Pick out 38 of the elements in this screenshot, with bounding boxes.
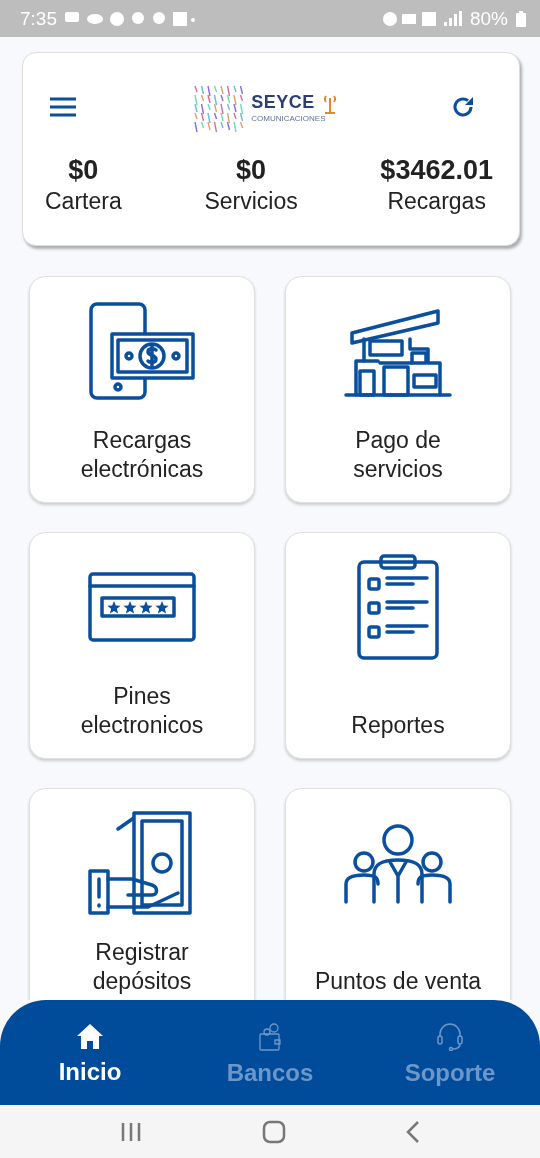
people-group-icon [344, 822, 452, 904]
logo-tagline: COMUNICACIONES [251, 113, 326, 123]
pin-card-icon [88, 572, 196, 642]
logo-name: SEYCE [251, 92, 315, 113]
menu-icon[interactable] [49, 97, 77, 117]
tile-label: Recargas electrónicas [79, 426, 205, 484]
home-icon [76, 1023, 104, 1050]
menu-tile[interactable]: Puntos de venta [285, 788, 511, 1000]
back-icon[interactable] [406, 1120, 420, 1143]
tile-label: Puntos de venta [313, 967, 483, 996]
menu-tile[interactable]: Pago de servicios [285, 276, 511, 503]
signal-icon [443, 10, 462, 26]
tile-label: Registrar depósitos [91, 938, 193, 996]
recent-apps-icon[interactable] [120, 1121, 142, 1142]
wallet-icon [259, 1022, 281, 1051]
balance-amount: $3462.01 [380, 155, 493, 186]
balance-label: Servicios [204, 188, 298, 215]
balance-label: Cartera [45, 188, 122, 215]
clipboard-list-icon [357, 554, 439, 660]
menu-tile[interactable]: Registrar depósitos [29, 788, 255, 1000]
tile-label: Reportes [350, 711, 446, 740]
clock-time: 7:35 [20, 7, 57, 30]
menu-tile[interactable]: Reportes [285, 532, 511, 759]
menu-tile[interactable]: Pines electronicos [29, 532, 255, 759]
nav-tab[interactable]: Inicio [15, 1023, 165, 1086]
home-button-icon[interactable] [262, 1119, 286, 1144]
message-icon [65, 11, 79, 22]
headset-icon [437, 1022, 463, 1051]
tile-label: Pago de servicios [352, 426, 444, 484]
balance-amount: $0 [68, 155, 99, 186]
phone-money-icon [89, 302, 195, 400]
refresh-icon[interactable] [451, 95, 475, 119]
tile-label: Pines electronicos [79, 682, 205, 740]
menu-tile[interactable]: Recargas electrónicas [29, 276, 255, 503]
balance-label: Recargas [387, 188, 486, 215]
balance-amount: $0 [236, 155, 267, 186]
battery-icon [516, 10, 526, 27]
battery-percent: 80% [469, 7, 508, 30]
